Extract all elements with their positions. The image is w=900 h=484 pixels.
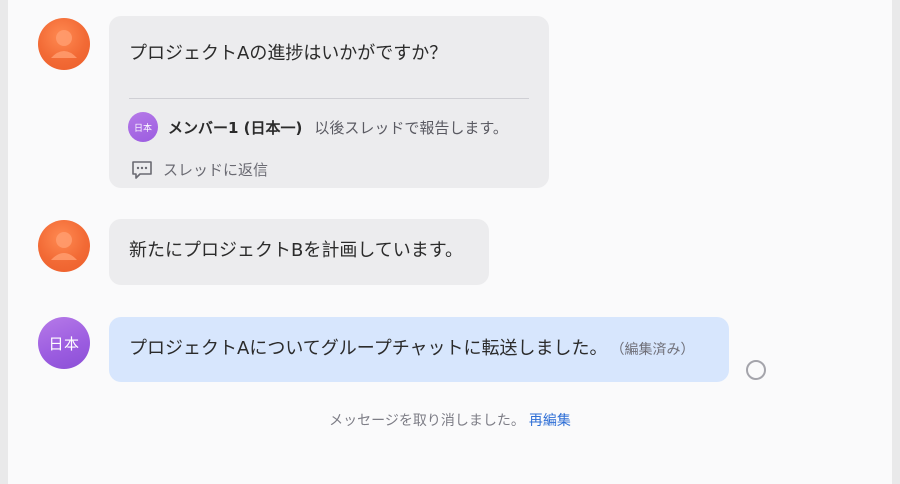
message-text: 新たにプロジェクトBを計画しています。 [129, 240, 464, 261]
person-icon [51, 232, 77, 260]
message-text: プロジェクトAの進捗はいかがですか？ [129, 43, 448, 64]
reply-author-avatar: 日本 [128, 112, 158, 142]
reply-in-thread-button[interactable]: スレッドに返信 [131, 159, 268, 180]
sender-avatar[interactable] [38, 220, 90, 272]
message-bubble[interactable]: 新たにプロジェクトBを計画しています。 [109, 219, 489, 285]
reply-in-thread-label: スレッドに返信 [163, 161, 269, 179]
reply-preview-text: 以後スレッドで報告します。 [314, 118, 508, 137]
read-status-icon [746, 360, 766, 380]
sender-avatar[interactable] [38, 18, 90, 70]
reedit-link[interactable]: 再編集 [529, 413, 571, 429]
own-avatar[interactable]: 日本 [38, 317, 90, 369]
thread-preview[interactable]: 日本 メンバー1 (日本一) 以後スレッドで報告します。 [128, 112, 508, 142]
recall-notice-text: メッセージを取り消しました。 [329, 413, 525, 429]
recall-notice: メッセージを取り消しました。 再編集 [0, 410, 900, 430]
message-bubble[interactable]: プロジェクトAの進捗はいかがですか？ 日本 メンバー1 (日本一) 以後スレッド… [109, 16, 549, 188]
reply-author-name: メンバー1 (日本一) [168, 118, 303, 137]
reply-thread-icon [132, 160, 152, 179]
message-bubble-own[interactable]: プロジェクトAについてグループチャットに転送しました。 （編集済み） [109, 317, 729, 382]
thread-divider [129, 98, 529, 99]
message-content: プロジェクトAについてグループチャットに転送しました。 （編集済み） [129, 337, 695, 361]
edited-label: （編集済み） [617, 342, 695, 358]
person-icon [51, 30, 77, 58]
message-text: プロジェクトAについてグループチャットに転送しました。 [129, 338, 608, 359]
